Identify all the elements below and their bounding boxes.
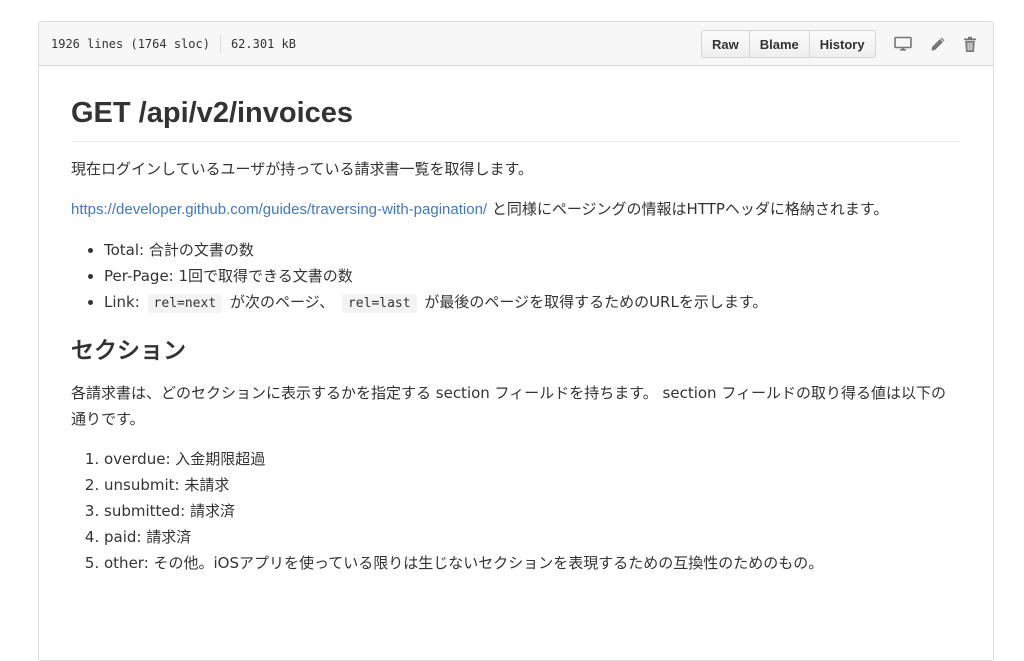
file-size: 62.301 kB [230, 36, 296, 51]
list-item-link: Link: rel=next が次のページ、 rel=last が最後のページを… [104, 289, 961, 317]
section-heading: セクション [71, 337, 186, 364]
list-item: paid: 請求済 [104, 524, 961, 550]
pagination-guide-link[interactable]: https://developer.github.com/guides/trav… [71, 201, 487, 218]
list-item: submitted: 請求済 [104, 498, 961, 524]
file-actions: Raw Blame History [701, 30, 876, 58]
desktop-icon[interactable] [893, 34, 913, 54]
intro-text: 現在ログインしているユーザが持っている請求書一覧を取得します。 [71, 159, 534, 178]
section-description: 各請求書は、どのセクションに表示するかを指定する section フィールドを持… [71, 383, 947, 428]
section-values-list: overdue: 入金期限超過 unsubmit: 未請求 submitted:… [71, 446, 961, 576]
trash-icon[interactable] [960, 34, 980, 54]
page-title: GET /api/v2/invoices [71, 96, 961, 142]
raw-button[interactable]: Raw [701, 30, 750, 58]
list-item: other: その他。iOSアプリを使っている限りは生じないセクションを表現する… [104, 550, 961, 576]
pagination-text: と同様にページングの情報はHTTPヘッダに格納されます。 [487, 199, 889, 218]
code-rel-last: rel=last [341, 293, 417, 313]
list-item-per-page: Per-Page: 1回で取得できる文書の数 [104, 263, 961, 289]
link-prefix: Link: [104, 292, 145, 311]
file-header: 1926 lines (1764 sloc) 62.301 kB Raw Bla… [39, 22, 993, 66]
markdown-body: GET /api/v2/invoices 現在ログインしているユーザが持っている… [39, 96, 993, 576]
list-item-total: Total: 合計の文書の数 [104, 237, 961, 263]
list-item: unsubmit: 未請求 [104, 472, 961, 498]
history-button[interactable]: History [809, 30, 876, 58]
line-count: 1926 lines (1764 sloc) [51, 36, 210, 51]
list-item: overdue: 入金期限超過 [104, 446, 961, 472]
link-mid: が次のページ、 [225, 292, 339, 311]
file-box: 1926 lines (1764 sloc) 62.301 kB Raw Bla… [38, 21, 994, 661]
code-rel-next: rel=next [147, 293, 223, 313]
file-info: 1926 lines (1764 sloc) 62.301 kB [51, 34, 296, 53]
pencil-icon[interactable] [928, 34, 948, 54]
blame-button[interactable]: Blame [749, 30, 810, 58]
link-suffix: が最後のページを取得するためのURLを示します。 [419, 292, 768, 311]
headers-list: Total: 合計の文書の数 Per-Page: 1回で取得できる文書の数 Li… [71, 237, 961, 317]
pagination-paragraph: https://developer.github.com/guides/trav… [71, 196, 961, 223]
info-divider [219, 34, 221, 53]
